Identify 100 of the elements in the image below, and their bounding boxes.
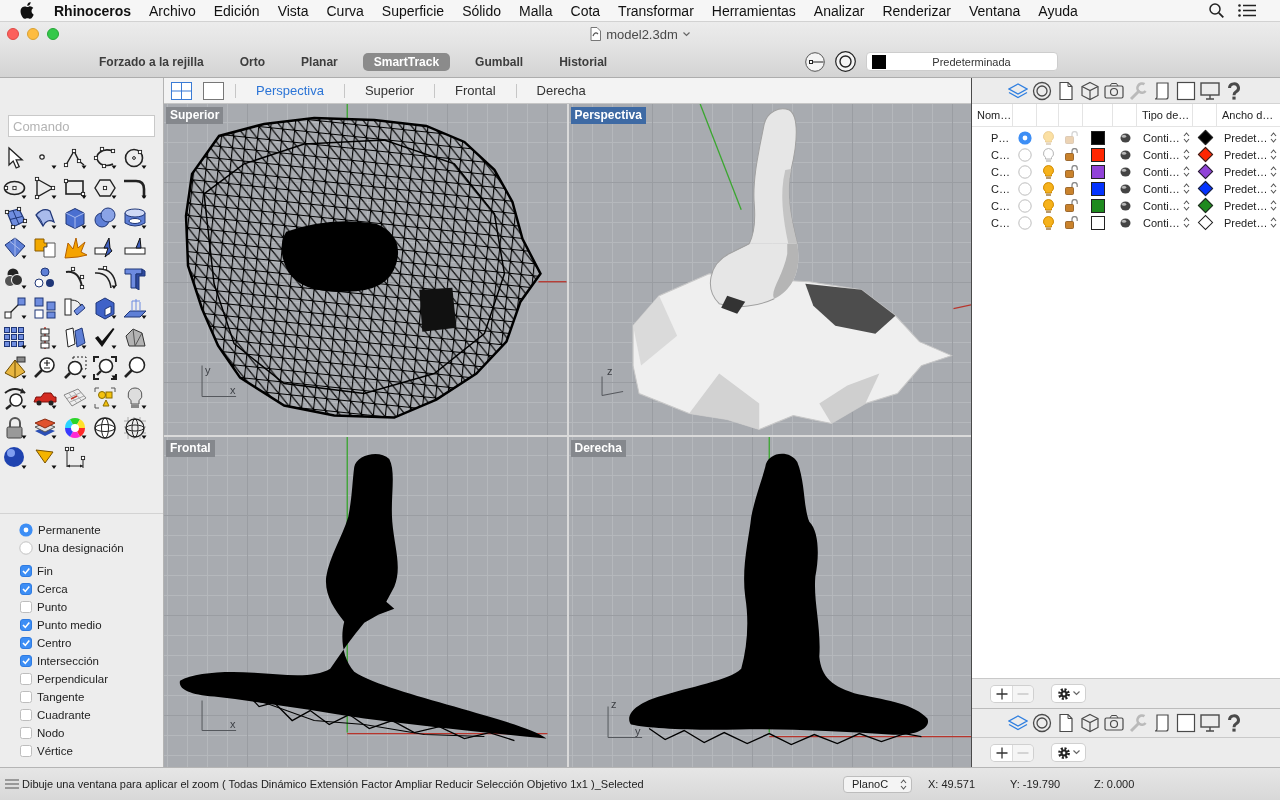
- toggle-button[interactable]: Forzado a la rejilla: [88, 52, 215, 71]
- toggle-button[interactable]: Orto: [228, 52, 277, 71]
- menu-item[interactable]: Herramientas: [702, 0, 805, 21]
- layer-name[interactable]: P…: [972, 131, 1010, 144]
- circle-handle-icon[interactable]: [805, 51, 825, 72]
- padlock-icon[interactable]: [3, 416, 27, 440]
- checkbox[interactable]: [20, 745, 32, 757]
- lightbulb-icon[interactable]: [1042, 198, 1054, 213]
- layer-name[interactable]: C…: [972, 182, 1010, 195]
- material-sphere-icon[interactable]: [1119, 166, 1131, 177]
- grid-sphere-icon[interactable]: [123, 416, 147, 440]
- viewport-title[interactable]: Perspectiva: [570, 107, 646, 124]
- panels-icon[interactable]: [63, 326, 87, 350]
- padlock-icon[interactable]: [1064, 148, 1078, 161]
- menu-item[interactable]: Curva: [317, 0, 373, 21]
- solid-box-icon[interactable]: [93, 296, 117, 320]
- four-view-layout-icon[interactable]: [171, 81, 192, 100]
- viewport[interactable]: Perspectiva z: [568, 104, 971, 435]
- color-swatch-icon[interactable]: [1091, 181, 1105, 196]
- prism-icon[interactable]: [123, 326, 147, 350]
- cube-outline-icon[interactable]: [1080, 80, 1100, 101]
- frame-icon[interactable]: [1176, 80, 1196, 101]
- menu-item[interactable]: Ayuda: [1029, 0, 1087, 21]
- current-layer-radio[interactable]: [1018, 198, 1032, 213]
- camera-icon[interactable]: [1104, 80, 1124, 101]
- search-icon[interactable]: [1209, 3, 1224, 18]
- monitor-icon[interactable]: [1200, 713, 1220, 733]
- checkbox-label[interactable]: Centro: [37, 637, 72, 649]
- radio-label[interactable]: Permanente: [38, 524, 101, 536]
- view-tab[interactable]: Superior: [344, 83, 435, 98]
- monitor-icon[interactable]: [1200, 80, 1220, 101]
- zoom-extents-icon[interactable]: [93, 356, 117, 380]
- linetype-popup[interactable]: Conti…: [1137, 131, 1190, 144]
- rings-icon[interactable]: [1032, 80, 1052, 101]
- spheres-icon[interactable]: [93, 206, 117, 230]
- color-swatch-icon[interactable]: [1091, 130, 1105, 145]
- print-width-popup[interactable]: Predet…: [1217, 148, 1278, 161]
- layer-name[interactable]: C…: [972, 216, 1010, 229]
- radio-button[interactable]: [19, 523, 33, 537]
- viewport-title[interactable]: Derecha: [570, 439, 626, 457]
- offset-arc-icon[interactable]: [93, 266, 117, 290]
- toggle-button[interactable]: Planar: [290, 52, 349, 71]
- shapes-icon[interactable]: [93, 386, 117, 410]
- t-shape-icon[interactable]: [123, 266, 147, 290]
- rings-icon[interactable]: [1032, 713, 1052, 733]
- checkbox[interactable]: [20, 727, 32, 739]
- current-layer-radio[interactable]: [1018, 164, 1032, 179]
- column-header[interactable]: Tipo de…: [1137, 104, 1193, 126]
- column-header[interactable]: Nom…: [972, 104, 1013, 126]
- print-width-popup[interactable]: Predet…: [1217, 182, 1278, 195]
- camera-icon[interactable]: [1104, 713, 1124, 733]
- toggle-button[interactable]: Historial: [548, 52, 619, 71]
- add-button[interactable]: [991, 744, 1012, 761]
- print-width-popup[interactable]: Predet…: [1217, 131, 1278, 144]
- material-sphere-icon[interactable]: [1119, 217, 1131, 228]
- checkbox-label[interactable]: Punto medio: [37, 619, 102, 631]
- map-grid-icon[interactable]: [63, 386, 87, 410]
- checkbox-label[interactable]: Fin: [37, 565, 53, 577]
- menu-item[interactable]: Sólido: [453, 0, 511, 21]
- pyramid-icon[interactable]: [3, 356, 27, 380]
- cylinder-icon[interactable]: [123, 206, 147, 230]
- add-button[interactable]: [991, 685, 1012, 702]
- caret-icon[interactable]: [682, 31, 690, 37]
- menu-item[interactable]: Vista: [268, 0, 318, 21]
- checkbox[interactable]: [20, 619, 32, 631]
- toggle-button[interactable]: Gumball: [464, 52, 535, 71]
- layer-name[interactable]: C…: [972, 148, 1010, 161]
- color-swatch-icon[interactable]: [1091, 147, 1105, 162]
- page-icon[interactable]: [1056, 713, 1076, 733]
- checkbox[interactable]: [20, 637, 32, 649]
- rotate-view-icon[interactable]: [3, 386, 27, 410]
- padlock-icon[interactable]: [1064, 165, 1078, 178]
- view-tab[interactable]: Frontal: [435, 83, 516, 98]
- control-curve-icon[interactable]: [93, 146, 117, 170]
- wireframe-sphere-icon[interactable]: [93, 416, 117, 440]
- view-tab[interactable]: Perspectiva: [236, 83, 344, 98]
- lightbulb-icon[interactable]: [1042, 215, 1054, 230]
- rectangle-icon[interactable]: [63, 176, 87, 200]
- diagonal-arrow-icon[interactable]: [3, 296, 27, 320]
- layer-name[interactable]: C…: [972, 199, 1010, 212]
- current-layer-radio[interactable]: [1018, 181, 1032, 196]
- print-width-popup[interactable]: Predet…: [1217, 199, 1278, 212]
- color-swatch-icon[interactable]: [1091, 215, 1105, 230]
- checkbox-label[interactable]: Vértice: [37, 745, 73, 757]
- material-sphere-icon[interactable]: [1119, 200, 1131, 211]
- lightbulb-icon[interactable]: [1042, 181, 1054, 196]
- checkbox[interactable]: [20, 709, 32, 721]
- print-width-popup[interactable]: Predet…: [1217, 165, 1278, 178]
- surface-patch-icon[interactable]: [3, 206, 27, 230]
- menu-item[interactable]: Transformar: [609, 0, 703, 21]
- radio-button[interactable]: [19, 541, 33, 555]
- checkbox-label[interactable]: Punto: [37, 601, 68, 613]
- circle-icon[interactable]: [123, 146, 147, 170]
- viewport[interactable]: Frontal x: [164, 436, 567, 767]
- menu-item[interactable]: Analizar: [804, 0, 874, 21]
- frame-icon[interactable]: [1176, 713, 1196, 733]
- print-width-popup[interactable]: Predet…: [1217, 216, 1278, 229]
- arc-points-icon[interactable]: [63, 266, 87, 290]
- checkbox-label[interactable]: Tangente: [37, 691, 85, 703]
- layers-icon[interactable]: [1008, 713, 1028, 733]
